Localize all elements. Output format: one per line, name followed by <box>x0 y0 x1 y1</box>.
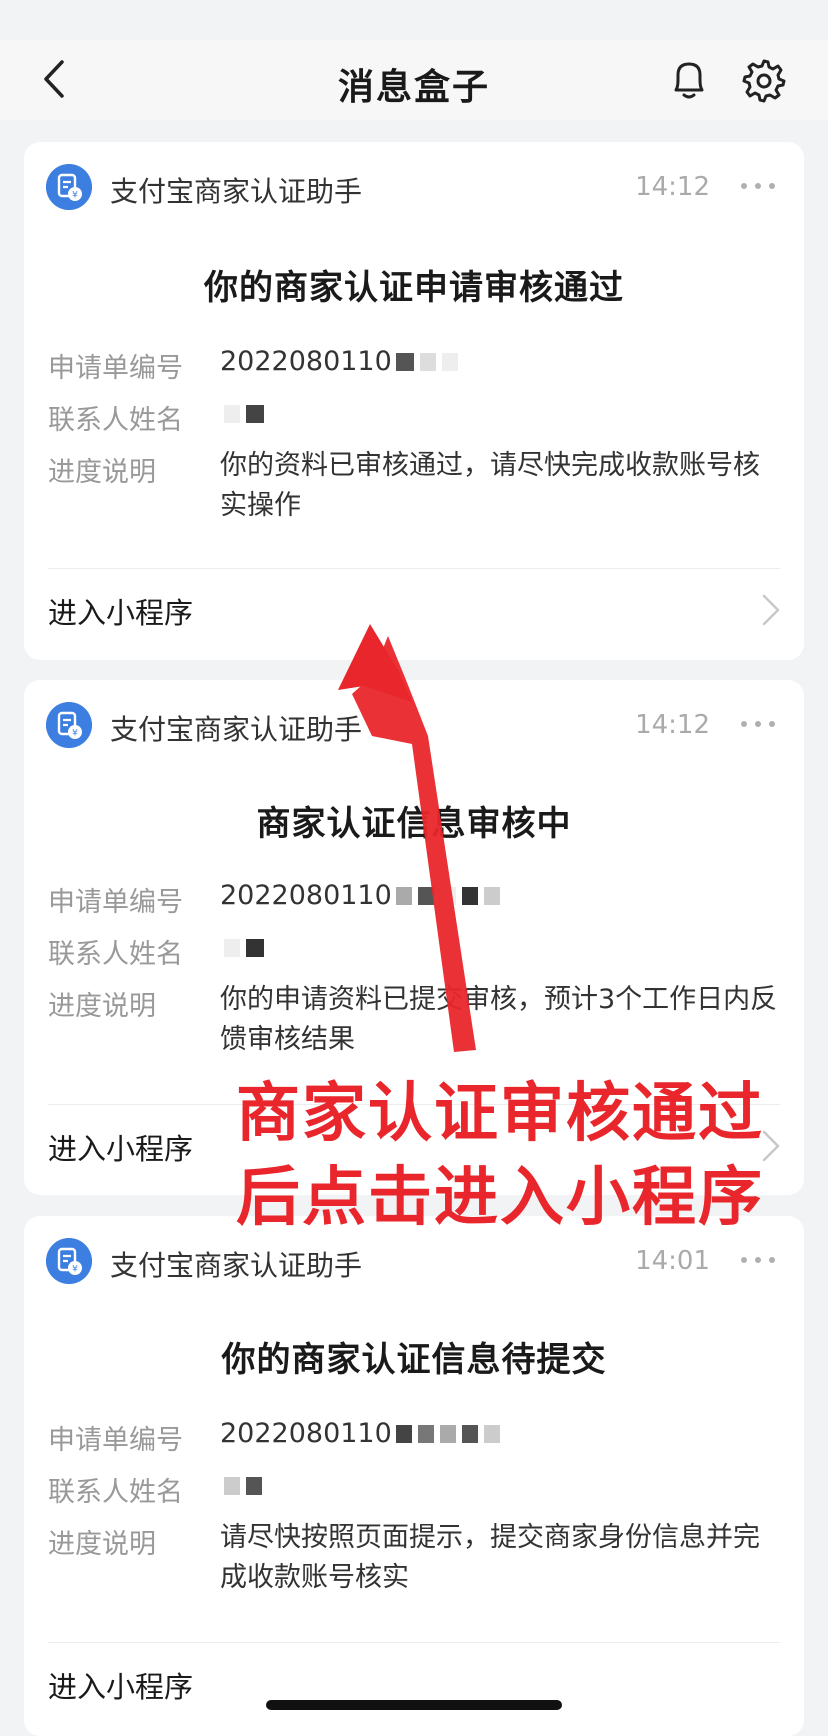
card-header: ¥ 支付宝商家认证助手 14:12 <box>46 162 782 212</box>
contact-name-value <box>220 394 780 435</box>
order-number-text: 2022080110 <box>220 880 392 911</box>
message-title: 你的商家认证信息待提交 <box>221 1340 607 1380</box>
order-number-value: 2022080110 <box>220 1414 780 1455</box>
contact-name-value <box>220 1466 780 1507</box>
svg-text:¥: ¥ <box>72 729 78 739</box>
card-header: ¥ 支付宝商家认证助手 14:12 <box>46 700 782 750</box>
contact-name-label: 联系人姓名 <box>48 1477 183 1508</box>
order-number-value: 2022080110 <box>220 876 780 917</box>
progress-value: 请尽快按照页面提示，提交商家身份信息并完成收款账号核实 <box>220 1522 760 1593</box>
home-indicator[interactable] <box>266 1700 562 1710</box>
more-icon[interactable] <box>738 714 778 734</box>
divider <box>48 568 780 569</box>
enter-mini-program-label: 进入小程序 <box>48 1132 194 1166</box>
redaction-mosaic <box>395 343 464 383</box>
progress-label: 进度说明 <box>48 457 156 488</box>
svg-text:¥: ¥ <box>72 191 78 201</box>
message-time: 14:01 <box>635 1246 710 1276</box>
order-number-value: 2022080110 <box>220 342 780 383</box>
order-number-label: 申请单编号 <box>48 1425 183 1456</box>
merchant-cert-app-icon: ¥ <box>46 702 92 748</box>
progress-label: 进度说明 <box>48 1529 156 1560</box>
enter-mini-program-label: 进入小程序 <box>48 1670 194 1704</box>
merchant-cert-app-icon: ¥ <box>46 1238 92 1284</box>
status-bar <box>0 0 828 40</box>
navigation-bar: 消息盒子 <box>0 40 828 120</box>
message-title: 商家认证信息审核中 <box>256 804 572 844</box>
progress-value: 你的资料已审核通过，请尽快完成收款账号核实操作 <box>220 450 760 521</box>
more-icon[interactable] <box>738 1250 778 1270</box>
enter-mini-program-link[interactable]: 进入小程序 <box>24 1644 804 1724</box>
enter-mini-program-label: 进入小程序 <box>48 596 194 630</box>
svg-text:¥: ¥ <box>72 1265 78 1275</box>
annotation-line-1: 商家认证审核通过 <box>236 1077 764 1151</box>
divider <box>48 1642 780 1643</box>
more-icon[interactable] <box>738 176 778 196</box>
contact-name-value <box>220 928 780 969</box>
redaction-mosaic <box>395 1415 506 1455</box>
message-card: ¥ 支付宝商家认证助手 14:01 你的商家认证信息待提交 申请单编号 2022… <box>24 1216 804 1736</box>
chevron-right-icon <box>762 594 780 626</box>
redaction-mosaic <box>395 877 506 917</box>
message-card: ¥ 支付宝商家认证助手 14:12 你的商家认证申请审核通过 申请单编号 202… <box>24 142 804 660</box>
app-name: 支付宝商家认证助手 <box>110 1249 363 1282</box>
order-number-text: 2022080110 <box>220 1418 392 1449</box>
bell-icon[interactable] <box>664 54 714 104</box>
redaction-mosaic <box>224 395 270 435</box>
enter-mini-program-link[interactable]: 进入小程序 <box>24 570 804 650</box>
redaction-mosaic <box>224 1467 268 1507</box>
redaction-mosaic <box>224 929 270 969</box>
order-number-label: 申请单编号 <box>48 887 183 918</box>
order-number-text: 2022080110 <box>220 346 392 377</box>
order-number-label: 申请单编号 <box>48 353 183 384</box>
merchant-cert-app-icon: ¥ <box>46 164 92 210</box>
app-name: 支付宝商家认证助手 <box>110 713 363 746</box>
annotation-line-2: 后点击进入小程序 <box>236 1161 764 1235</box>
contact-name-label: 联系人姓名 <box>48 405 183 436</box>
card-header: ¥ 支付宝商家认证助手 14:01 <box>46 1236 782 1286</box>
message-time: 14:12 <box>635 710 710 740</box>
annotation-caption: 商家认证审核通过 后点击进入小程序 <box>190 1072 810 1240</box>
message-time: 14:12 <box>635 172 710 202</box>
progress-label: 进度说明 <box>48 991 156 1022</box>
contact-name-label: 联系人姓名 <box>48 939 183 970</box>
progress-value: 你的申请资料已提交审核，预计3个工作日内反馈审核结果 <box>220 984 778 1055</box>
message-title: 你的商家认证申请审核通过 <box>204 268 624 308</box>
app-name: 支付宝商家认证助手 <box>110 175 363 208</box>
gear-icon[interactable] <box>740 56 788 104</box>
